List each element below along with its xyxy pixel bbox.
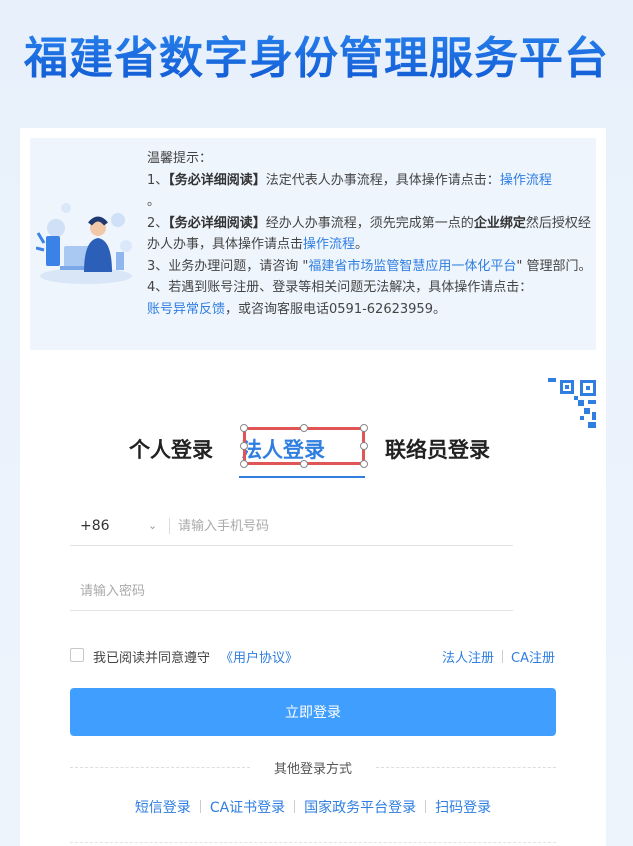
- country-code-select[interactable]: +86: [80, 518, 110, 534]
- site-title: 福建省数字身份管理服务平台: [0, 22, 633, 86]
- other-login-divider: 其他登录方式: [70, 758, 556, 777]
- dashed-line: [70, 842, 556, 843]
- notice-item-1-prefix: 1、: [147, 172, 169, 188]
- phone-input[interactable]: [178, 515, 498, 537]
- notice-item-1: 1、【务必详细阅读】法定代表人办事流程，具体操作请点击：操作流程。: [147, 170, 594, 213]
- agreement-text: 我已阅读并同意遵守: [93, 651, 211, 666]
- sms-login-link[interactable]: 短信登录: [135, 800, 191, 816]
- notice-item-4-text: 4、若遇到账号注册、登录等相关问题无法解决，具体操作请点击：: [147, 280, 533, 295]
- chevron-down-icon[interactable]: ⌄: [148, 519, 157, 532]
- tab-contact-login[interactable]: 联络员登录: [385, 434, 490, 464]
- notice-item-2-bold: 【务必详细阅读】: [168, 215, 266, 231]
- password-field: [70, 571, 513, 611]
- ca-register-link[interactable]: CA注册: [511, 647, 555, 666]
- notice-item-4-text-b: ，或咨询客服电话0591-62623959。: [225, 301, 446, 317]
- agreement-checkbox[interactable]: [70, 648, 84, 662]
- process-link-1[interactable]: 操作流程: [500, 173, 552, 188]
- notice-item-2-bold-2: 企业绑定: [473, 215, 526, 231]
- notice-item-1-end: 。: [147, 194, 161, 209]
- divider: [502, 650, 503, 663]
- divider: [199, 800, 201, 813]
- other-login-methods: 短信登录 CA证书登录 国家政务平台登录 扫码登录: [70, 797, 556, 817]
- active-tab-underline: [239, 476, 365, 478]
- notice-item-3-text-a: 3、业务办理问题，请咨询 ": [147, 258, 309, 274]
- phone-field: +86 ⌄: [70, 506, 513, 546]
- login-card: 温馨提示： 1、【务必详细阅读】法定代表人办事流程，具体操作请点击：操作流程。 …: [20, 128, 606, 846]
- resize-handle: [360, 460, 368, 468]
- user-agreement-link[interactable]: 《用户协议》: [220, 647, 298, 666]
- platform-link[interactable]: 福建省市场监管智慧应用一体化平台: [308, 259, 516, 274]
- resize-handle: [300, 424, 308, 432]
- divider: [294, 800, 296, 813]
- scan-login-link[interactable]: 扫码登录: [435, 800, 491, 816]
- customer-service-illustration: [36, 203, 132, 284]
- notice-item-1-bold: 【务必详细阅读】: [168, 172, 266, 188]
- notice-item-3-text-b: " 管理部门。: [516, 258, 592, 274]
- notice-item-2: 2、【务必详细阅读】经办人办事流程，须先完成第一点的企业绑定然后授权经办人办事，…: [147, 213, 594, 256]
- password-input[interactable]: [80, 580, 500, 602]
- resize-handle: [360, 442, 368, 450]
- notice-panel: 温馨提示： 1、【务必详细阅读】法定代表人办事流程，具体操作请点击：操作流程。 …: [30, 138, 596, 350]
- login-tabs: 个人登录 法人登录 联络员登录: [20, 424, 606, 488]
- notice-item-2-prefix: 2、: [147, 215, 169, 231]
- notice-item-1-text: 法定代表人办事流程，具体操作请点击：: [265, 172, 500, 188]
- legal-register-link[interactable]: 法人注册: [442, 647, 494, 666]
- ca-cert-login-link[interactable]: CA证书登录: [210, 800, 285, 816]
- notice-item-4: 4、若遇到账号注册、登录等相关问题无法解决，具体操作请点击： 账号异常反馈，或咨询…: [147, 277, 594, 320]
- notice-item-3: 3、业务办理问题，请咨询 "福建省市场监管智慧应用一体化平台" 管理部门。: [147, 256, 594, 278]
- login-button[interactable]: 立即登录: [70, 688, 556, 736]
- dashed-line: [376, 767, 556, 768]
- divider: [169, 518, 170, 534]
- notice-text: 温馨提示： 1、【务必详细阅读】法定代表人办事流程，具体操作请点击：操作流程。 …: [147, 148, 594, 320]
- agreement-row: 我已阅读并同意遵守 《用户协议》 法人注册 CA注册: [70, 646, 556, 666]
- national-platform-login-link[interactable]: 国家政务平台登录: [304, 800, 416, 816]
- tab-legal-person-login[interactable]: 法人登录: [241, 434, 325, 464]
- resize-handle: [240, 424, 248, 432]
- notice-item-2-end: 。: [355, 237, 369, 252]
- tab-personal-login[interactable]: 个人登录: [129, 434, 213, 464]
- notice-heading: 温馨提示：: [147, 151, 213, 166]
- notice-item-2-text-a: 经办人办事流程，须先完成第一点的: [265, 215, 474, 231]
- resize-handle: [360, 424, 368, 432]
- divider: [425, 800, 427, 813]
- account-feedback-link[interactable]: 账号异常反馈: [147, 302, 225, 317]
- process-link-2[interactable]: 操作流程: [303, 237, 355, 252]
